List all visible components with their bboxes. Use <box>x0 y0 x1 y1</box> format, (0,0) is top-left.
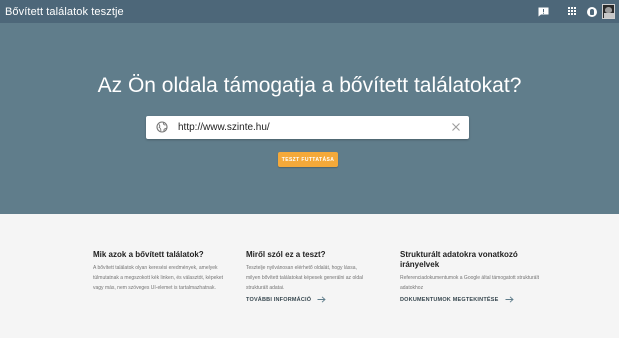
info-heading: Strukturált adatokra vonatkozó irányelve… <box>400 250 518 269</box>
info-heading: Miről szól ez a teszt? <box>246 250 326 259</box>
info-heading: Mik azok a bővített találatok? <box>93 250 204 259</box>
learn-more-label: TOVÁBBI INFORMÁCIÓ <box>246 296 312 303</box>
arrow-right-icon <box>317 296 326 303</box>
app-bar: Bővített találatok tesztje <box>0 0 619 23</box>
info-body: Tesztelje nyilvánosan elérhető oldalát, … <box>246 265 364 291</box>
account-icon[interactable] <box>587 6 597 17</box>
clear-icon[interactable] <box>451 122 461 132</box>
top-actions <box>538 0 619 23</box>
info-body: Referenciadokumentumok a Google által tá… <box>400 275 539 291</box>
page-headline: Az Ön oldala támogatja a bővített talála… <box>97 74 522 97</box>
app-title: Bővített találatok tesztje <box>5 5 124 18</box>
info-column-what: Mik azok a bővített találatok? A bővítet… <box>93 250 233 293</box>
url-input[interactable] <box>178 118 448 137</box>
view-docs-label: DOKUMENTUMOK MEGTEKINTÉSE <box>400 296 499 303</box>
feedback-icon[interactable] <box>538 7 549 17</box>
run-test-button[interactable]: TESZT FUTTATÁSA <box>278 152 338 167</box>
hero-section: Az Ön oldala támogatja a bővített talála… <box>0 23 619 214</box>
apps-icon[interactable] <box>568 7 577 16</box>
info-column-guidelines: Strukturált adatokra vonatkozó irányelve… <box>400 250 545 303</box>
info-column-about: Miről szól ez a teszt? Tesztelje nyilván… <box>246 250 371 303</box>
info-section: Mik azok a bővített találatok? A bővítet… <box>0 214 619 338</box>
info-body: A bővített találatok olyan keresési ered… <box>93 265 224 291</box>
url-search-box[interactable] <box>146 116 469 139</box>
avatar[interactable] <box>602 4 615 19</box>
view-docs-link[interactable]: DOKUMENTUMOK MEGTEKINTÉSE <box>400 296 545 303</box>
arrow-right-icon <box>505 296 514 303</box>
globe-icon <box>156 121 168 133</box>
learn-more-link[interactable]: TOVÁBBI INFORMÁCIÓ <box>246 296 371 303</box>
